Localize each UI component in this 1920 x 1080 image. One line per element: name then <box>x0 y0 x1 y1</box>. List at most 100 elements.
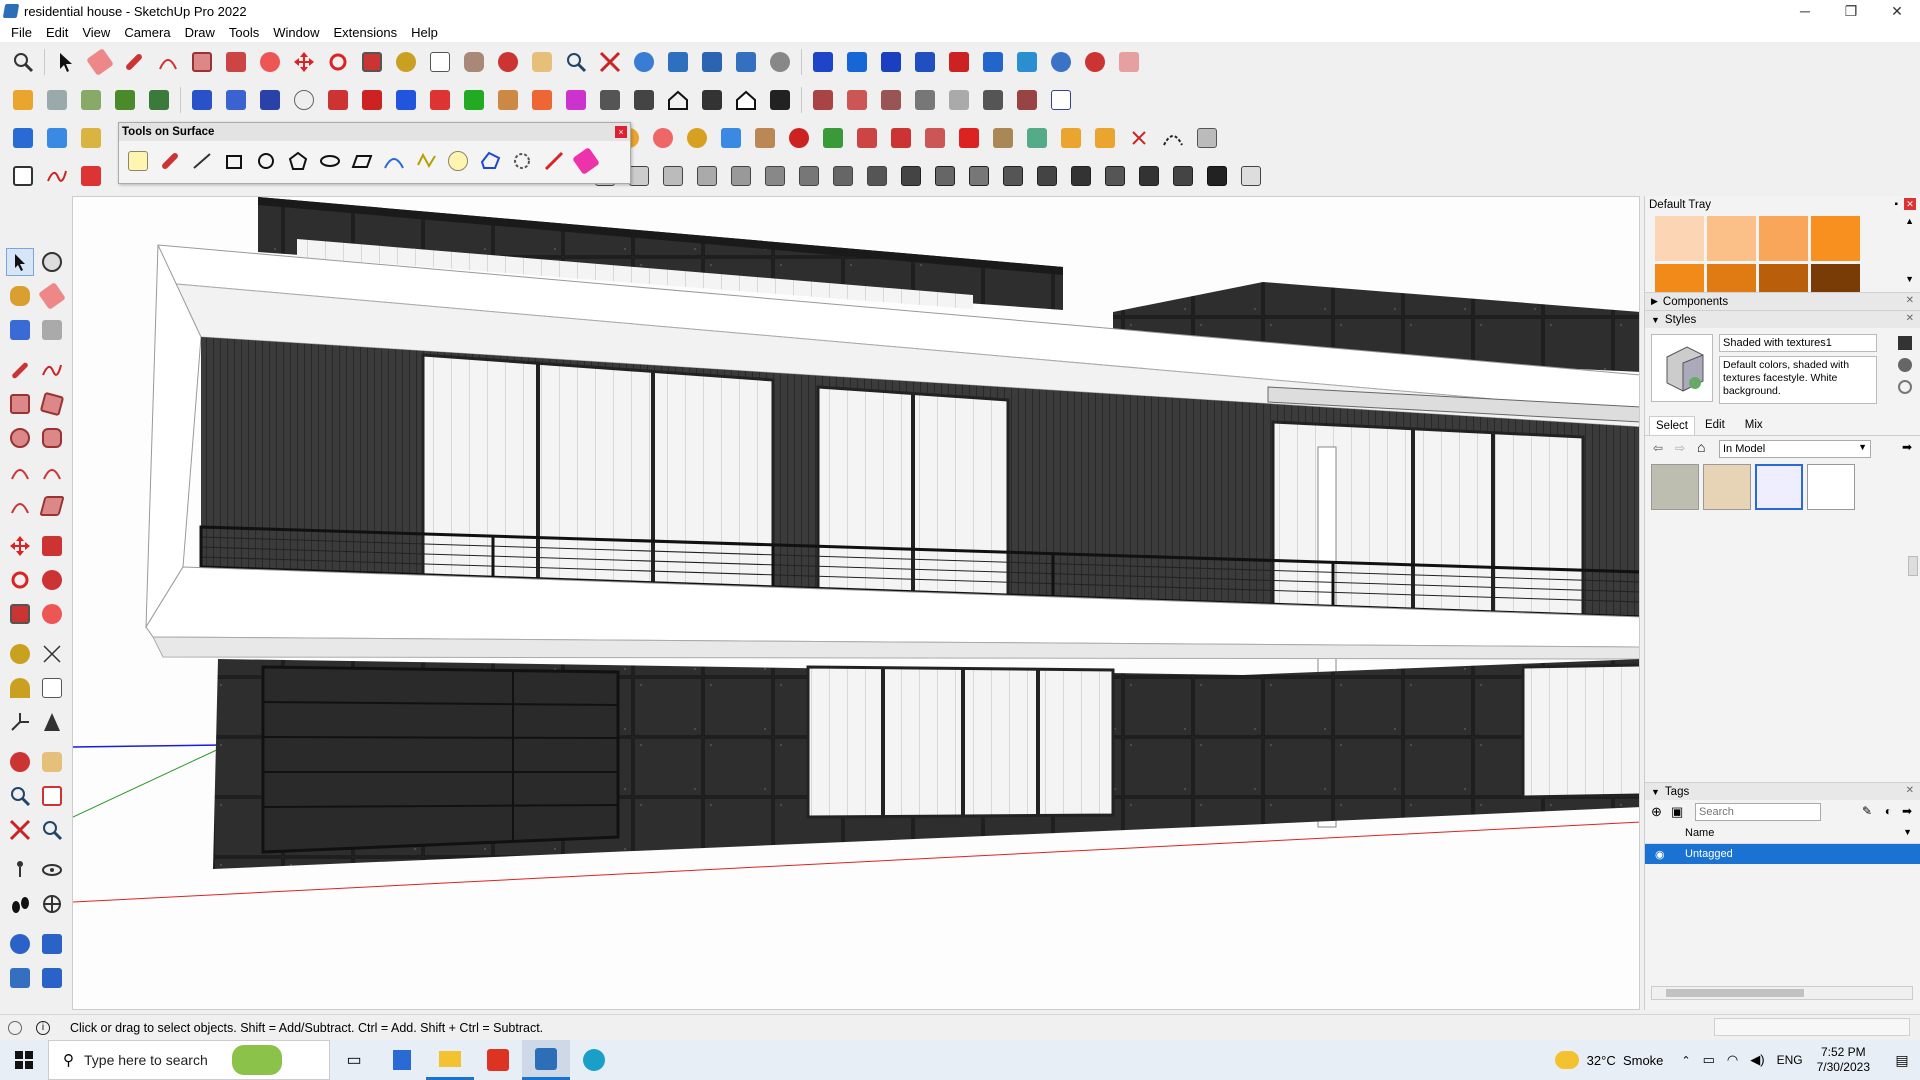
curve-tool-icon-3[interactable] <box>682 123 712 153</box>
swatch-6[interactable] <box>1707 264 1756 292</box>
tray-close-icon[interactable]: ✕ <box>1904 198 1916 210</box>
home-icon[interactable]: ⌂ <box>1697 439 1705 455</box>
acrobat-icon[interactable] <box>474 1040 522 1080</box>
style-thumb-2[interactable] <box>1703 464 1751 510</box>
3d-text-tool-icon[interactable] <box>38 708 66 736</box>
extension-icon-6[interactable] <box>978 47 1008 77</box>
eraser-icon[interactable] <box>85 47 115 77</box>
tools-on-surface-close-button[interactable]: × <box>615 126 627 138</box>
move-tool-icon[interactable] <box>6 532 34 560</box>
offset-tool-icon[interactable] <box>38 600 66 628</box>
arrow-icon-6[interactable] <box>527 85 557 115</box>
tape-measure-tool-icon[interactable] <box>6 640 34 668</box>
curve-tool-icon-15[interactable] <box>1090 123 1120 153</box>
swatch-1[interactable] <box>1655 216 1704 261</box>
info-icon[interactable]: i <box>36 1020 50 1035</box>
swatch-scroll-down-icon[interactable]: ▼ <box>1905 274 1914 284</box>
protractor-tool-icon[interactable] <box>6 674 34 702</box>
tool-icon-f[interactable] <box>978 85 1008 115</box>
language-indicator[interactable]: ENG <box>1777 1053 1803 1067</box>
tos-contour-icon[interactable] <box>475 145 505 177</box>
tool-icon-a[interactable] <box>808 85 838 115</box>
pin-icon[interactable]: ▪ <box>1894 199 1898 210</box>
two-point-arc-icon[interactable] <box>38 458 66 486</box>
update-style-icon[interactable] <box>1898 358 1912 372</box>
tos-polygon-icon[interactable] <box>283 145 313 177</box>
tos-arc-icon[interactable] <box>379 145 409 177</box>
fredo-tool-icon-6[interactable] <box>760 161 790 191</box>
extension-icon-5[interactable] <box>944 47 974 77</box>
previous-view-icon[interactable] <box>38 816 66 844</box>
walk-tool-icon[interactable] <box>6 890 34 918</box>
scale-icon[interactable] <box>357 47 387 77</box>
house-icon-3[interactable] <box>663 85 693 115</box>
tray-scrollbar[interactable] <box>1908 556 1918 576</box>
section-display-icon[interactable] <box>221 85 251 115</box>
weather-icon[interactable] <box>1554 1051 1579 1069</box>
tags-section-header[interactable]: ▼ Tags ✕ <box>1645 782 1920 800</box>
menu-extensions[interactable]: Extensions <box>327 25 405 40</box>
curve-tool-icon-4[interactable] <box>716 123 746 153</box>
line-tool-icon[interactable] <box>6 356 34 384</box>
paint-icon[interactable]: ◐ <box>1885 804 1892 818</box>
extension-icon-1[interactable] <box>808 47 838 77</box>
tool-icon-h[interactable] <box>1046 85 1076 115</box>
taskbar-search-box[interactable]: ⚲ Type here to search <box>48 1040 330 1080</box>
warehouse-icon[interactable] <box>765 47 795 77</box>
follow-me-icon[interactable] <box>255 47 285 77</box>
tos-eraser-icon[interactable] <box>571 145 601 177</box>
layer-icon-2[interactable] <box>42 123 72 153</box>
fredo-tool-icon-12[interactable] <box>964 161 994 191</box>
fredo-tool-icon-13[interactable] <box>998 161 1028 191</box>
arrow-icon-3[interactable] <box>425 85 455 115</box>
calculator-icon[interactable] <box>378 1040 426 1080</box>
draw-tool-icon-1[interactable] <box>8 161 38 191</box>
curve-tool-icon-13[interactable] <box>1022 123 1052 153</box>
dimension-tool-icon[interactable] <box>38 640 66 668</box>
swatch-8[interactable] <box>1811 264 1860 292</box>
task-view-icon[interactable]: ▭ <box>330 1040 378 1080</box>
push-pull-red-icon[interactable] <box>323 85 353 115</box>
house-icon-5[interactable] <box>731 85 761 115</box>
tag-tool-icon[interactable] <box>38 316 66 344</box>
tool-icon-d[interactable] <box>910 85 940 115</box>
file-explorer-icon[interactable] <box>426 1040 474 1080</box>
fredo-tool-icon-11[interactable] <box>930 161 960 191</box>
pencil-icon[interactable] <box>119 47 149 77</box>
tos-parallelogram-icon[interactable] <box>347 145 377 177</box>
tag-row-untagged[interactable]: ◉ Untagged <box>1645 844 1920 864</box>
tool-icon-c[interactable] <box>876 85 906 115</box>
fredo-tool-icon-15[interactable] <box>1066 161 1096 191</box>
draw-tool-icon-3[interactable] <box>76 161 106 191</box>
styles-close-icon[interactable]: ✕ <box>1906 313 1914 324</box>
fredo-tool-icon-5[interactable] <box>726 161 756 191</box>
swatch-4[interactable] <box>1811 216 1860 261</box>
sandbox-tool-icon-4[interactable] <box>38 964 66 992</box>
arc-tool-icon[interactable] <box>6 458 34 486</box>
select-tool-icon[interactable] <box>6 248 34 276</box>
fredo-tool-icon-8[interactable] <box>828 161 858 191</box>
paint-bucket-icon[interactable] <box>6 282 34 310</box>
tool-icon-g[interactable] <box>1012 85 1042 115</box>
section-plane-icon[interactable] <box>187 85 217 115</box>
arrow-icon-1[interactable] <box>357 85 387 115</box>
maximize-button[interactable]: ❐ <box>1828 0 1874 22</box>
arc-icon[interactable] <box>153 47 183 77</box>
zoom-tool-icon[interactable] <box>6 782 34 810</box>
tab-select[interactable]: Select <box>1649 416 1695 435</box>
zoom-extents-icon[interactable] <box>595 47 625 77</box>
tool-icon-e[interactable] <box>944 85 974 115</box>
extension-icon-7[interactable] <box>1012 47 1042 77</box>
refresh-icon[interactable] <box>1898 380 1912 394</box>
arrow-icon-2[interactable] <box>391 85 421 115</box>
curve-tool-icon-17[interactable] <box>1192 123 1222 153</box>
menu-edit[interactable]: Edit <box>39 25 75 40</box>
swatch-7[interactable] <box>1759 264 1808 292</box>
tab-edit[interactable]: Edit <box>1695 416 1735 435</box>
arrow-icon-7[interactable] <box>561 85 591 115</box>
start-button[interactable] <box>0 1040 48 1080</box>
follow-me-tool-icon[interactable] <box>38 566 66 594</box>
fredo-tool-icon-19[interactable] <box>1202 161 1232 191</box>
lasso-select-icon[interactable] <box>38 248 66 276</box>
axes-tool-icon[interactable] <box>6 708 34 736</box>
